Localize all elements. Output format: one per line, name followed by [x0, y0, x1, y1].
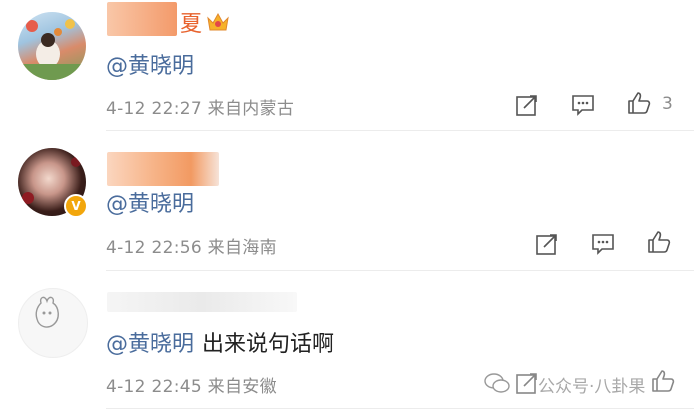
thumbs-up-icon[interactable] [650, 368, 676, 394]
comment-text: @黄晓明 出来说句话啊 [106, 326, 334, 358]
avatar-image [35, 296, 59, 328]
comment-meta: 4-12 22:45 来自安徽 [106, 377, 277, 397]
repost-icon[interactable] [514, 370, 540, 396]
mention-link[interactable]: @黄晓明 [106, 332, 194, 357]
username-blurred[interactable] [107, 292, 297, 312]
watermark: 公众号·八卦果 [538, 377, 646, 397]
divider [106, 408, 694, 409]
avatar[interactable] [18, 288, 88, 358]
wechat-logo-icon [484, 372, 510, 394]
comment-item-3: @黄晓明 出来说句话啊 4-12 22:45 来自安徽 公众号·八卦果 [0, 0, 694, 412]
comment-body: 出来说句话啊 [202, 332, 335, 357]
